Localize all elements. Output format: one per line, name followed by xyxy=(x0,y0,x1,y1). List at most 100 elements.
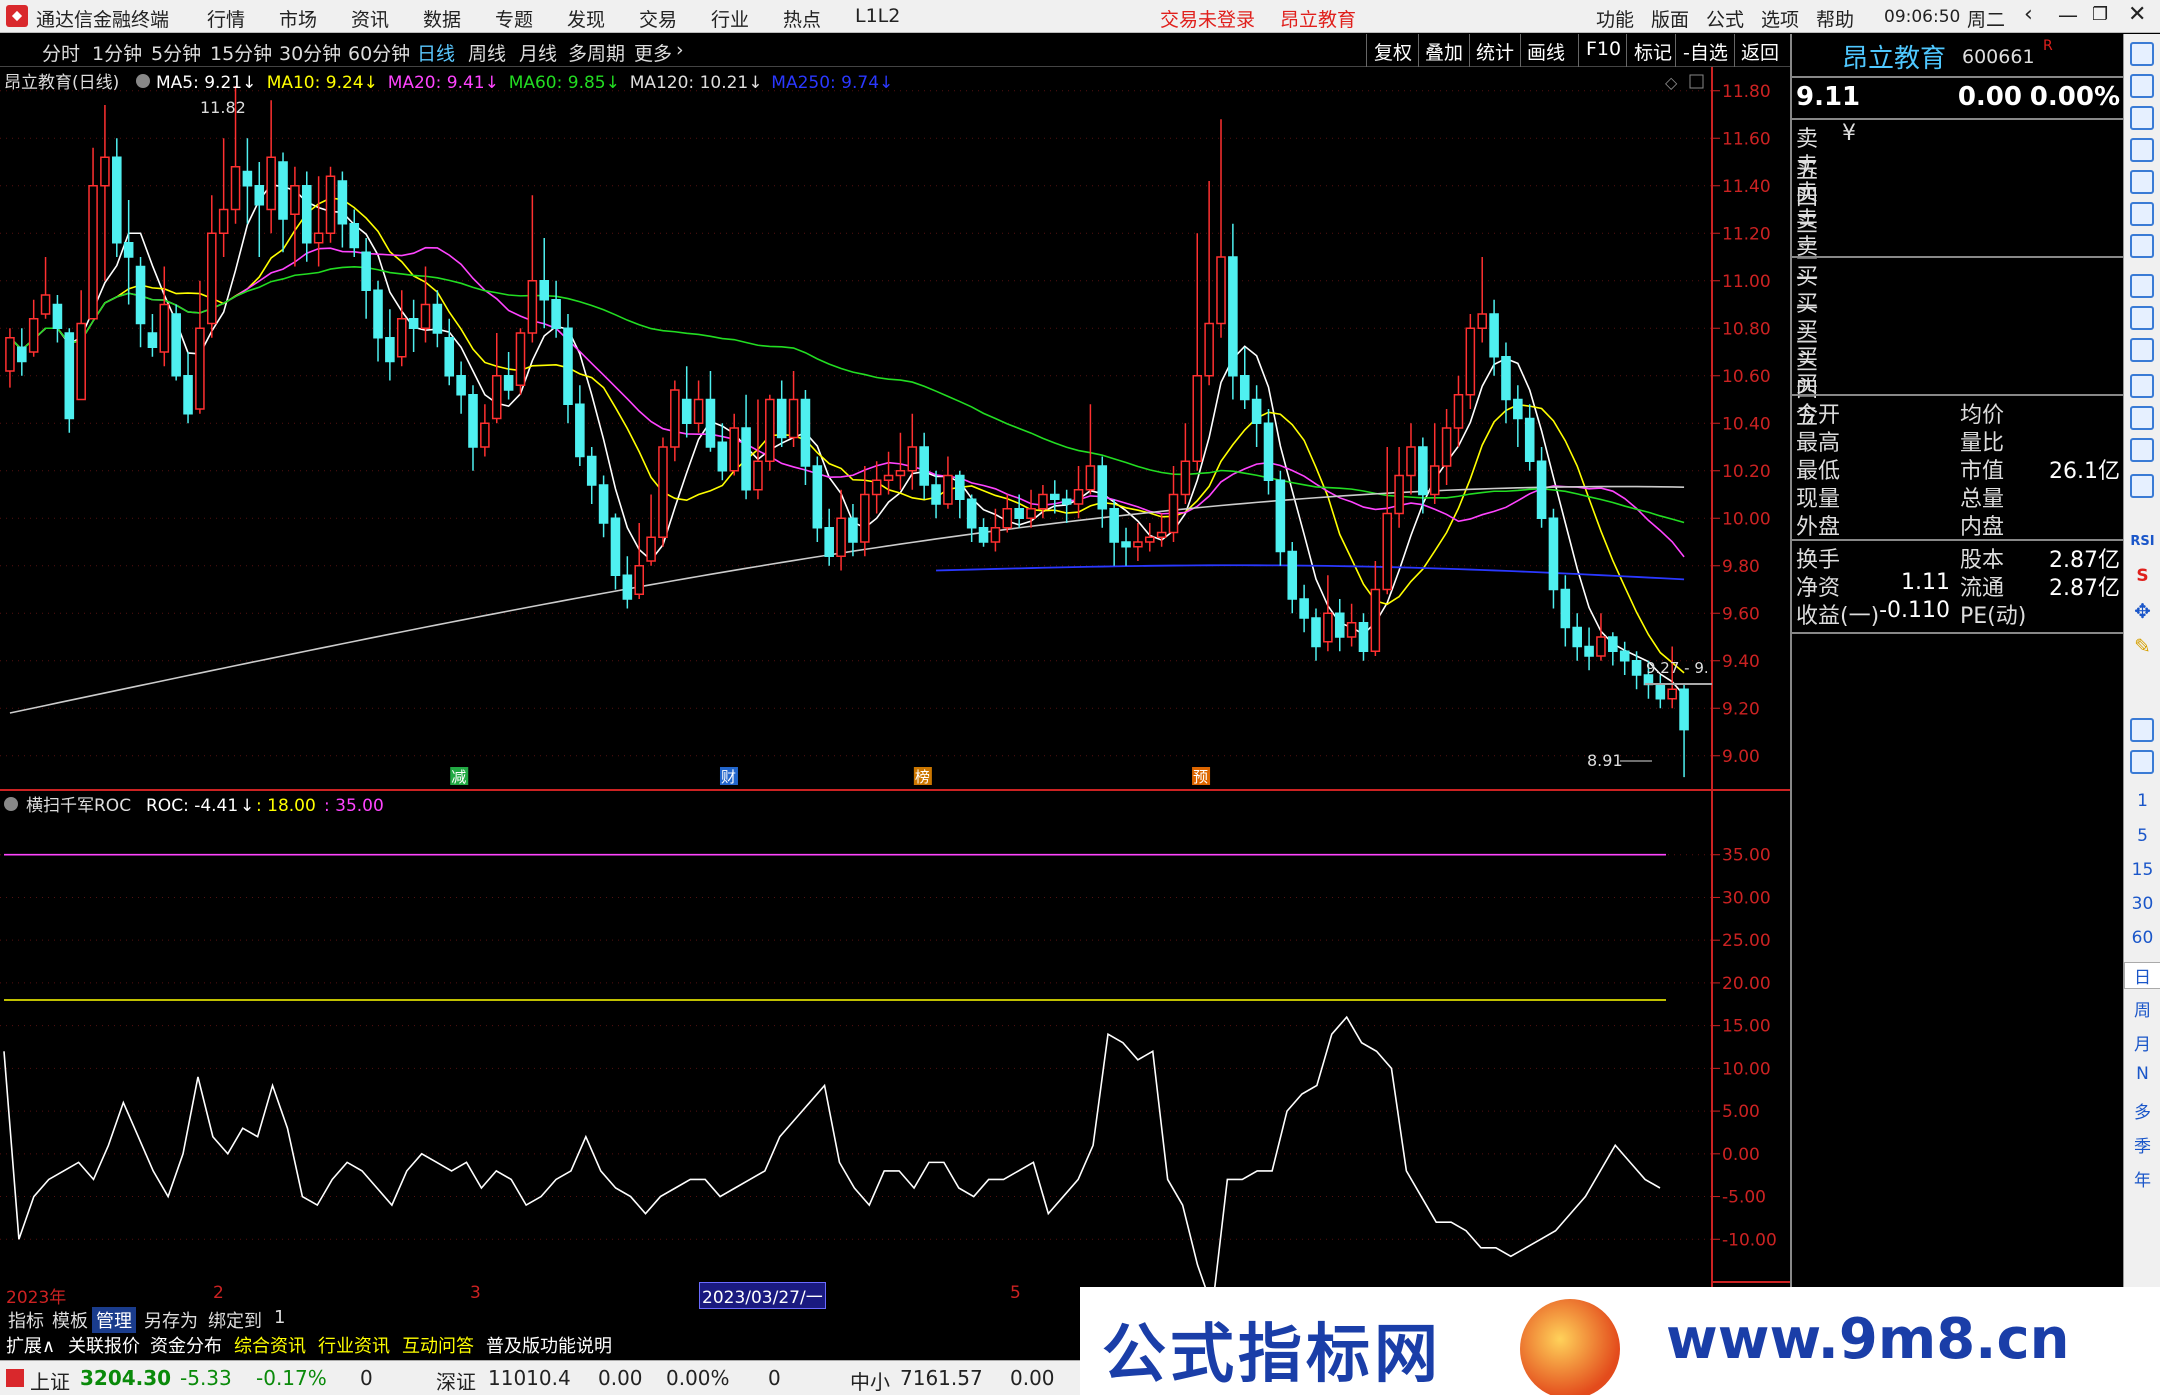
tab-related-quotes[interactable]: 关联报价 xyxy=(64,1332,144,1358)
clock-icon[interactable] xyxy=(2130,438,2154,462)
stat-inner-label: 内盘 xyxy=(1960,515,2005,540)
period-monthly[interactable]: 月线 xyxy=(519,39,557,66)
f10-button[interactable]: F10 xyxy=(1586,38,1621,60)
menu-hot[interactable]: 热点 xyxy=(783,5,821,32)
list-icon[interactable] xyxy=(2130,374,2154,398)
period-weekly[interactable]: 周线 xyxy=(468,39,506,66)
ma-line xyxy=(9,197,1685,674)
tab-industry-news[interactable]: 行业资讯 xyxy=(314,1332,394,1358)
down-arrow-icon[interactable] xyxy=(2130,106,2154,130)
indicator-name[interactable]: 横扫千军ROC xyxy=(26,796,131,816)
menu-data[interactable]: 数据 xyxy=(423,5,461,32)
period-15min[interactable]: 15分钟 xyxy=(210,39,272,66)
menu-function[interactable]: 功能 xyxy=(1596,5,1634,32)
tape-icon[interactable] xyxy=(2130,474,2154,498)
menu-topics[interactable]: 专题 xyxy=(495,5,533,32)
trade-login-status[interactable]: 交易未登录 xyxy=(1160,5,1255,32)
tab-expand[interactable]: 扩展∧ xyxy=(2,1332,59,1358)
period-15-button[interactable]: 15 xyxy=(2124,860,2160,880)
period-5-button[interactable]: 5 xyxy=(2124,826,2160,846)
period-60-button[interactable]: 60 xyxy=(2124,928,2160,948)
period-intraday[interactable]: 分时 xyxy=(42,39,80,66)
remove-favorite-button[interactable]: -自选 xyxy=(1683,38,1728,65)
period-1min[interactable]: 1分钟 xyxy=(92,39,142,66)
close-icon[interactable]: ✕ xyxy=(2128,2,2146,27)
s-label[interactable]: S xyxy=(2124,566,2160,586)
period-5min[interactable]: 5分钟 xyxy=(151,39,201,66)
menu-quotes[interactable]: 行情 xyxy=(207,5,245,32)
tab-fund-flow[interactable]: 资金分布 xyxy=(146,1332,226,1358)
fs-icon[interactable] xyxy=(2130,718,2154,742)
menu-options[interactable]: 选项 xyxy=(1761,5,1799,32)
f-icon[interactable] xyxy=(2130,406,2154,430)
tool-icon-1[interactable] xyxy=(2130,42,2154,66)
diamond-icon[interactable]: ◇ xyxy=(1665,73,1678,92)
rsi-label[interactable]: RSI xyxy=(2124,534,2160,549)
tab-1[interactable]: 1 xyxy=(270,1307,289,1328)
period-30-button[interactable]: 30 xyxy=(2124,894,2160,914)
period-multi-button[interactable]: 多 xyxy=(2124,1098,2160,1123)
zx-name[interactable]: 中小 xyxy=(850,1366,890,1395)
menu-market[interactable]: 市场 xyxy=(279,5,317,32)
grid-icon[interactable] xyxy=(2130,170,2154,194)
adjust-button[interactable]: 复权 xyxy=(1374,38,1412,65)
fin-icon[interactable] xyxy=(2130,306,2154,330)
candle-body xyxy=(349,223,360,249)
line-chart-icon[interactable] xyxy=(2130,202,2154,226)
period-season-button[interactable]: 季 xyxy=(2124,1132,2160,1157)
tab-qa[interactable]: 互动问答 xyxy=(398,1332,478,1358)
doc-icon[interactable] xyxy=(2130,338,2154,362)
tab-indicator[interactable]: 指标 xyxy=(4,1307,48,1333)
quote-list-icon[interactable] xyxy=(2130,138,2154,162)
tab-bind[interactable]: 绑定到 xyxy=(204,1307,266,1333)
period-month-button[interactable]: 月 xyxy=(2124,1030,2160,1055)
table-icon[interactable] xyxy=(2130,274,2154,298)
pencil-icon[interactable]: ✎ xyxy=(2124,634,2160,658)
sh-name[interactable]: 上证 xyxy=(30,1366,70,1395)
y-tick-label: 11.40 xyxy=(1722,177,1771,197)
period-week-button[interactable]: 周 xyxy=(2124,996,2160,1021)
period-multi[interactable]: 多周期 xyxy=(568,39,625,66)
ma-settings-icon[interactable] xyxy=(136,74,150,88)
tab-help[interactable]: 普及版功能说明 xyxy=(482,1332,616,1358)
back-arrow-icon[interactable]: ‹ xyxy=(2024,2,2033,27)
period-day-button[interactable]: 日 xyxy=(2124,962,2160,989)
menu-l1l2[interactable]: L1L2 xyxy=(855,5,900,27)
tab-manage[interactable]: 管理 xyxy=(92,1307,136,1333)
minimize-icon[interactable]: — xyxy=(2058,3,2078,27)
draw-button[interactable]: 画线 xyxy=(1527,38,1565,65)
indicator-settings-icon[interactable] xyxy=(4,797,18,811)
overlay-button[interactable]: 叠加 xyxy=(1425,38,1463,65)
menu-discover[interactable]: 发现 xyxy=(567,5,605,32)
period-more[interactable]: 更多 xyxy=(634,39,672,66)
period-n-button[interactable]: N xyxy=(2124,1064,2160,1084)
stats-button[interactable]: 统计 xyxy=(1476,38,1514,65)
tab-template[interactable]: 模板 xyxy=(48,1307,92,1333)
back-button[interactable]: 返回 xyxy=(1741,38,1779,65)
menu-news[interactable]: 资讯 xyxy=(351,5,389,32)
period-30min[interactable]: 30分钟 xyxy=(279,39,341,66)
period-1-button[interactable]: 1 xyxy=(2124,791,2160,811)
menu-industry[interactable]: 行业 xyxy=(711,5,749,32)
up-arrow-icon[interactable] xyxy=(2130,74,2154,98)
candle-icon[interactable] xyxy=(2130,234,2154,258)
mark-button[interactable]: 标记 xyxy=(1634,38,1672,65)
period-year-button[interactable]: 年 xyxy=(2124,1166,2160,1191)
menu-help[interactable]: 帮助 xyxy=(1816,5,1854,32)
sz-name[interactable]: 深证 xyxy=(436,1366,476,1395)
period-daily[interactable]: 日线 xyxy=(417,39,455,66)
chevron-right-icon[interactable]: › xyxy=(676,39,684,61)
menu-formula[interactable]: 公式 xyxy=(1706,5,1744,32)
menu-trade[interactable]: 交易 xyxy=(639,5,677,32)
tab-general-news[interactable]: 综合资讯 xyxy=(230,1332,310,1358)
period-60min[interactable]: 60分钟 xyxy=(348,39,410,66)
kline-chart[interactable]: 11.80 11.60 11.40 11.20 11.00 10.80 10.60 10.40… xyxy=(0,67,1790,1287)
restore-icon[interactable]: ❐ xyxy=(2092,4,2108,25)
candle-body xyxy=(717,441,728,472)
ma-legend-item: MA5: 9.21↓ xyxy=(156,73,256,93)
panel-toggle-icon[interactable] xyxy=(1689,74,1704,89)
move-icon[interactable]: ✥ xyxy=(2124,599,2160,623)
tab-saveas[interactable]: 另存为 xyxy=(140,1307,202,1333)
chart-switch-icon[interactable] xyxy=(2130,750,2154,774)
menu-layout[interactable]: 版面 xyxy=(1651,5,1689,32)
